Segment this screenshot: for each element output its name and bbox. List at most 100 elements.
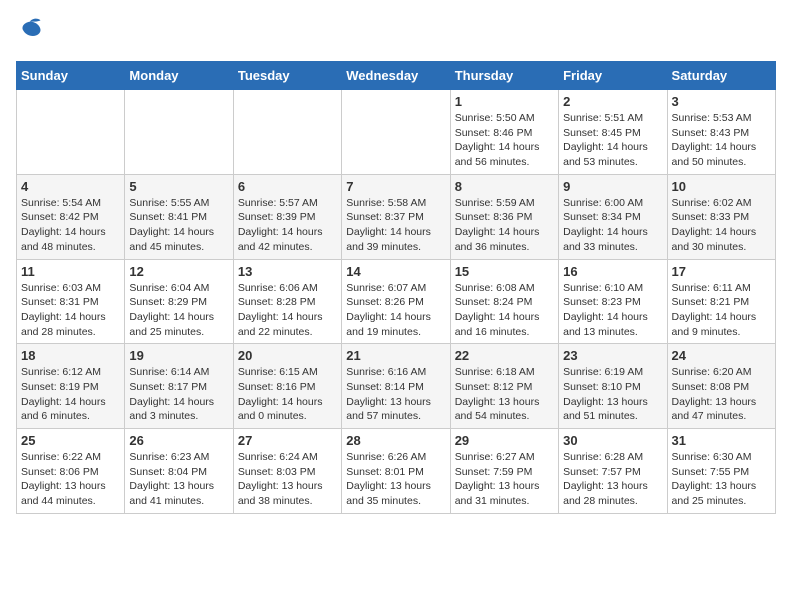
- day-of-week-header: Wednesday: [342, 62, 450, 90]
- day-number: 2: [563, 94, 662, 109]
- day-info: Sunrise: 5:51 AM Sunset: 8:45 PM Dayligh…: [563, 111, 662, 170]
- day-info: Sunrise: 6:23 AM Sunset: 8:04 PM Dayligh…: [129, 450, 228, 509]
- day-of-week-header: Monday: [125, 62, 233, 90]
- calendar-cell: [233, 90, 341, 175]
- calendar-cell: 2 Sunrise: 5:51 AM Sunset: 8:45 PM Daylig…: [559, 90, 667, 175]
- calendar-cell: 23Sunrise: 6:19 AM Sunset: 8:10 PM Dayli…: [559, 344, 667, 429]
- day-info: Sunrise: 6:26 AM Sunset: 8:01 PM Dayligh…: [346, 450, 445, 509]
- day-info: Sunrise: 6:06 AM Sunset: 8:28 PM Dayligh…: [238, 281, 337, 340]
- calendar-cell: 29 Sunrise: 6:27 AM Sunset: 7:59 PM Dayli…: [450, 429, 558, 514]
- header: [16, 16, 776, 49]
- day-number: 13: [238, 264, 337, 279]
- day-info: Sunrise: 5:54 AM Sunset: 8:42 PM Dayligh…: [21, 196, 120, 255]
- calendar-cell: 22Sunrise: 6:18 AM Sunset: 8:12 PM Dayli…: [450, 344, 558, 429]
- calendar-cell: [17, 90, 125, 175]
- calendar-cell: 13 Sunrise: 6:06 AM Sunset: 8:28 PM Dayli…: [233, 259, 341, 344]
- day-number: 19: [129, 348, 228, 363]
- day-number: 6: [238, 179, 337, 194]
- calendar: SundayMondayTuesdayWednesdayThursdayFrid…: [16, 61, 776, 514]
- calendar-week-row: 4 Sunrise: 5:54 AM Sunset: 8:42 PM Daylig…: [17, 174, 776, 259]
- day-info: Sunrise: 6:00 AM Sunset: 8:34 PM Dayligh…: [563, 196, 662, 255]
- day-number: 4: [21, 179, 120, 194]
- day-info: Sunrise: 6:19 AM Sunset: 8:10 PM Dayligh…: [563, 365, 662, 424]
- day-number: 21: [346, 348, 445, 363]
- day-number: 3: [672, 94, 771, 109]
- calendar-cell: 24 Sunrise: 6:20 AM Sunset: 8:08 PM Dayli…: [667, 344, 775, 429]
- calendar-cell: 6 Sunrise: 5:57 AM Sunset: 8:39 PM Daylig…: [233, 174, 341, 259]
- day-info: Sunrise: 6:22 AM Sunset: 8:06 PM Dayligh…: [21, 450, 120, 509]
- calendar-cell: 20 Sunrise: 6:15 AM Sunset: 8:16 PM Dayli…: [233, 344, 341, 429]
- day-of-week-header: Saturday: [667, 62, 775, 90]
- day-number: 22: [455, 348, 554, 363]
- calendar-cell: 3 Sunrise: 5:53 AM Sunset: 8:43 PM Daylig…: [667, 90, 775, 175]
- day-of-week-header: Sunday: [17, 62, 125, 90]
- day-info: Sunrise: 5:53 AM Sunset: 8:43 PM Dayligh…: [672, 111, 771, 170]
- day-of-week-header: Thursday: [450, 62, 558, 90]
- day-number: 8: [455, 179, 554, 194]
- calendar-cell: 4 Sunrise: 5:54 AM Sunset: 8:42 PM Daylig…: [17, 174, 125, 259]
- calendar-cell: 28 Sunrise: 6:26 AM Sunset: 8:01 PM Dayli…: [342, 429, 450, 514]
- calendar-cell: [342, 90, 450, 175]
- day-info: Sunrise: 5:55 AM Sunset: 8:41 PM Dayligh…: [129, 196, 228, 255]
- day-info: Sunrise: 6:10 AM Sunset: 8:23 PM Dayligh…: [563, 281, 662, 340]
- day-info: Sunrise: 6:07 AM Sunset: 8:26 PM Dayligh…: [346, 281, 445, 340]
- day-number: 9: [563, 179, 662, 194]
- day-info: Sunrise: 6:30 AM Sunset: 7:55 PM Dayligh…: [672, 450, 771, 509]
- day-info: Sunrise: 5:57 AM Sunset: 8:39 PM Dayligh…: [238, 196, 337, 255]
- calendar-week-row: 11Sunrise: 6:03 AM Sunset: 8:31 PM Dayli…: [17, 259, 776, 344]
- day-number: 26: [129, 433, 228, 448]
- day-info: Sunrise: 6:08 AM Sunset: 8:24 PM Dayligh…: [455, 281, 554, 340]
- calendar-cell: 11Sunrise: 6:03 AM Sunset: 8:31 PM Dayli…: [17, 259, 125, 344]
- day-number: 14: [346, 264, 445, 279]
- calendar-cell: 19 Sunrise: 6:14 AM Sunset: 8:17 PM Dayli…: [125, 344, 233, 429]
- logo-bird-icon: [16, 16, 44, 44]
- day-number: 16: [563, 264, 662, 279]
- calendar-cell: 8 Sunrise: 5:59 AM Sunset: 8:36 PM Daylig…: [450, 174, 558, 259]
- day-number: 30: [563, 433, 662, 448]
- calendar-week-row: 1 Sunrise: 5:50 AM Sunset: 8:46 PM Daylig…: [17, 90, 776, 175]
- day-info: Sunrise: 6:20 AM Sunset: 8:08 PM Dayligh…: [672, 365, 771, 424]
- calendar-cell: 18 Sunrise: 6:12 AM Sunset: 8:19 PM Dayli…: [17, 344, 125, 429]
- calendar-cell: [125, 90, 233, 175]
- day-info: Sunrise: 6:28 AM Sunset: 7:57 PM Dayligh…: [563, 450, 662, 509]
- calendar-cell: 14 Sunrise: 6:07 AM Sunset: 8:26 PM Dayli…: [342, 259, 450, 344]
- calendar-cell: 30 Sunrise: 6:28 AM Sunset: 7:57 PM Dayli…: [559, 429, 667, 514]
- calendar-cell: 25Sunrise: 6:22 AM Sunset: 8:06 PM Dayli…: [17, 429, 125, 514]
- day-info: Sunrise: 5:59 AM Sunset: 8:36 PM Dayligh…: [455, 196, 554, 255]
- calendar-cell: 15Sunrise: 6:08 AM Sunset: 8:24 PM Dayli…: [450, 259, 558, 344]
- calendar-cell: 10 Sunrise: 6:02 AM Sunset: 8:33 PM Dayli…: [667, 174, 775, 259]
- day-number: 27: [238, 433, 337, 448]
- logo: [16, 16, 46, 49]
- calendar-cell: 27Sunrise: 6:24 AM Sunset: 8:03 PM Dayli…: [233, 429, 341, 514]
- day-info: Sunrise: 6:14 AM Sunset: 8:17 PM Dayligh…: [129, 365, 228, 424]
- day-number: 1: [455, 94, 554, 109]
- calendar-cell: 31 Sunrise: 6:30 AM Sunset: 7:55 PM Dayli…: [667, 429, 775, 514]
- day-number: 29: [455, 433, 554, 448]
- day-info: Sunrise: 6:04 AM Sunset: 8:29 PM Dayligh…: [129, 281, 228, 340]
- day-number: 18: [21, 348, 120, 363]
- calendar-header-row: SundayMondayTuesdayWednesdayThursdayFrid…: [17, 62, 776, 90]
- calendar-week-row: 25Sunrise: 6:22 AM Sunset: 8:06 PM Dayli…: [17, 429, 776, 514]
- day-of-week-header: Friday: [559, 62, 667, 90]
- calendar-cell: 21Sunrise: 6:16 AM Sunset: 8:14 PM Dayli…: [342, 344, 450, 429]
- day-number: 20: [238, 348, 337, 363]
- day-info: Sunrise: 6:15 AM Sunset: 8:16 PM Dayligh…: [238, 365, 337, 424]
- day-number: 10: [672, 179, 771, 194]
- calendar-cell: 17 Sunrise: 6:11 AM Sunset: 8:21 PM Dayli…: [667, 259, 775, 344]
- day-number: 24: [672, 348, 771, 363]
- day-number: 7: [346, 179, 445, 194]
- day-info: Sunrise: 6:11 AM Sunset: 8:21 PM Dayligh…: [672, 281, 771, 340]
- calendar-week-row: 18 Sunrise: 6:12 AM Sunset: 8:19 PM Dayli…: [17, 344, 776, 429]
- calendar-cell: 7Sunrise: 5:58 AM Sunset: 8:37 PM Daylig…: [342, 174, 450, 259]
- day-number: 28: [346, 433, 445, 448]
- day-info: Sunrise: 6:27 AM Sunset: 7:59 PM Dayligh…: [455, 450, 554, 509]
- day-number: 31: [672, 433, 771, 448]
- day-number: 12: [129, 264, 228, 279]
- day-info: Sunrise: 6:12 AM Sunset: 8:19 PM Dayligh…: [21, 365, 120, 424]
- day-info: Sunrise: 6:03 AM Sunset: 8:31 PM Dayligh…: [21, 281, 120, 340]
- day-info: Sunrise: 6:02 AM Sunset: 8:33 PM Dayligh…: [672, 196, 771, 255]
- day-number: 17: [672, 264, 771, 279]
- calendar-cell: 16 Sunrise: 6:10 AM Sunset: 8:23 PM Dayli…: [559, 259, 667, 344]
- day-info: Sunrise: 5:50 AM Sunset: 8:46 PM Dayligh…: [455, 111, 554, 170]
- calendar-cell: 12 Sunrise: 6:04 AM Sunset: 8:29 PM Dayli…: [125, 259, 233, 344]
